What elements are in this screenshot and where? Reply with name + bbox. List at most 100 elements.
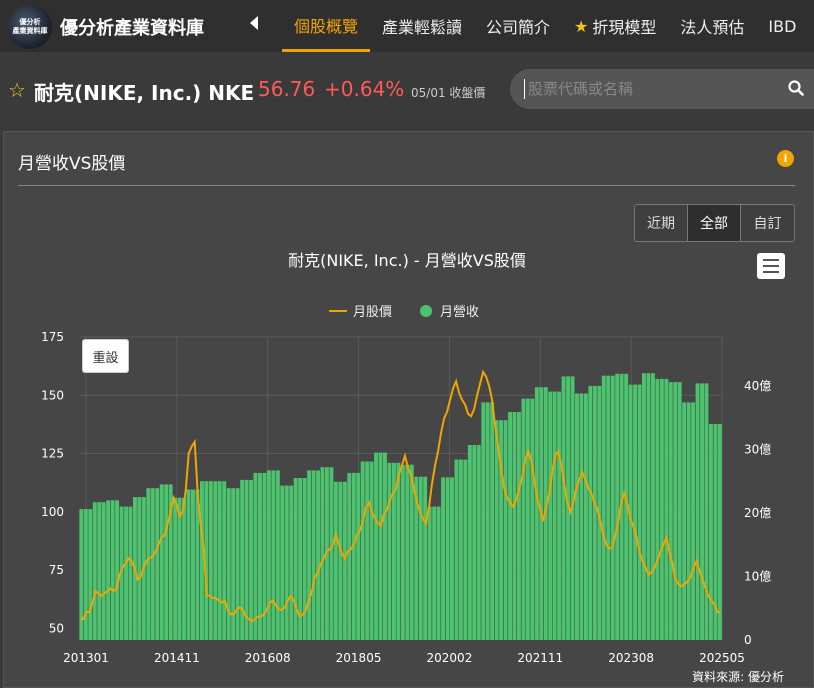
x-tick-label: 201805 [336, 651, 382, 665]
revenue-bar [481, 402, 486, 640]
revenue-bar [530, 398, 535, 640]
revenue-bar-group [642, 373, 655, 640]
revenue-bar [150, 488, 155, 640]
legend-label-price[interactable]: 月股價 [353, 305, 392, 320]
revenue-bar [704, 383, 709, 640]
revenue-bar-group [374, 452, 387, 640]
revenue-bar [235, 488, 240, 640]
revenue-bar-group [240, 479, 253, 640]
revenue-bar [695, 383, 700, 640]
revenue-bar [240, 479, 245, 640]
revenue-bar-group [695, 383, 709, 640]
y-left-tick-label: 75 [49, 563, 64, 577]
revenue-bar [686, 402, 691, 640]
y-left-tick-label: 175 [41, 330, 64, 344]
x-tick-label: 201411 [154, 651, 200, 665]
revenue-bar [316, 470, 320, 640]
revenue-bar-group [655, 378, 669, 640]
revenue-bar [458, 459, 463, 640]
revenue-bar [423, 476, 428, 640]
revenue-bar [280, 485, 285, 640]
revenue-bar-group [146, 488, 160, 640]
revenue-bar [655, 378, 660, 640]
revenue-bar [115, 500, 119, 640]
revenue-bar-group [508, 412, 521, 640]
revenue-bar [173, 497, 178, 640]
revenue-bar [182, 497, 186, 640]
revenue-bar [441, 477, 445, 640]
revenue-bar-group [668, 382, 682, 640]
revenue-bar [717, 424, 722, 640]
menu-bar [763, 271, 779, 273]
revenue-bar-group [682, 402, 695, 640]
revenue-bar [588, 385, 593, 640]
revenue-bar-group [628, 384, 642, 640]
y-right-tick-label: 30億 [744, 442, 771, 456]
revenue-bar [677, 382, 682, 640]
revenue-bar [365, 461, 370, 640]
revenue-bar [646, 373, 651, 640]
revenue-bar-group [588, 385, 602, 640]
revenue-bar [642, 373, 646, 640]
revenue-bar-group [400, 464, 414, 640]
revenue-bar [164, 484, 169, 640]
revenue-bar-group [333, 481, 347, 640]
revenue-bar [217, 481, 222, 640]
revenue-bar [88, 509, 93, 640]
revenue-bar [418, 476, 423, 640]
revenue-bar-group [360, 461, 374, 640]
x-tick-label: 201301 [63, 651, 109, 665]
revenue-bar [700, 383, 704, 640]
y-right-tick-label: 20億 [744, 506, 771, 520]
revenue-bar [383, 452, 387, 640]
revenue-bar [289, 485, 294, 640]
revenue-bar-group [186, 489, 200, 640]
revenue-bar [258, 472, 262, 640]
revenue-bar [579, 393, 584, 640]
revenue-bar [592, 385, 597, 640]
revenue-bar [405, 464, 410, 640]
revenue-bar-group [427, 506, 441, 640]
revenue-bar-group [521, 398, 535, 640]
revenue-bar [222, 481, 227, 640]
revenue-bar [664, 378, 669, 640]
y-right-tick-label: 40億 [744, 379, 771, 393]
revenue-bar [450, 477, 454, 640]
legend-label-revenue[interactable]: 月營收 [440, 305, 479, 320]
revenue-bar [387, 462, 392, 640]
y-right-tick-label: 0 [744, 633, 752, 647]
reset-zoom-button[interactable]: 重設 [82, 339, 129, 373]
revenue-bar [374, 452, 378, 640]
revenue-bar [271, 470, 276, 640]
revenue-bar [338, 481, 343, 640]
chart-menu-button[interactable] [757, 253, 785, 279]
menu-bar [763, 259, 779, 261]
revenue-bar-group [615, 373, 629, 640]
revenue-bar [463, 459, 468, 640]
revenue-bar [432, 506, 437, 640]
legend-dot-marker [420, 305, 432, 317]
revenue-bar [284, 485, 289, 640]
revenue-bar [436, 506, 441, 640]
revenue-bar-group [119, 506, 133, 640]
revenue-bar [548, 391, 553, 640]
y-left-tick-label: 150 [41, 388, 64, 402]
revenue-bar-group [79, 509, 93, 640]
menu-bar [763, 265, 779, 267]
revenue-bar [191, 489, 195, 640]
revenue-bar [159, 484, 164, 640]
revenue-bar-group [467, 445, 481, 640]
revenue-bar [83, 509, 88, 640]
revenue-bar [378, 452, 383, 640]
revenue-bar [610, 375, 615, 640]
revenue-bar [124, 506, 128, 640]
revenue-bar-group [173, 497, 186, 640]
revenue-bar [302, 478, 307, 640]
revenue-bar [293, 478, 298, 640]
revenue-bar [106, 500, 111, 640]
revenue-bar [249, 479, 253, 640]
revenue-bar [311, 470, 316, 640]
revenue-bar-group [601, 375, 615, 640]
revenue-bar [445, 477, 450, 640]
revenue-bar [97, 502, 102, 640]
